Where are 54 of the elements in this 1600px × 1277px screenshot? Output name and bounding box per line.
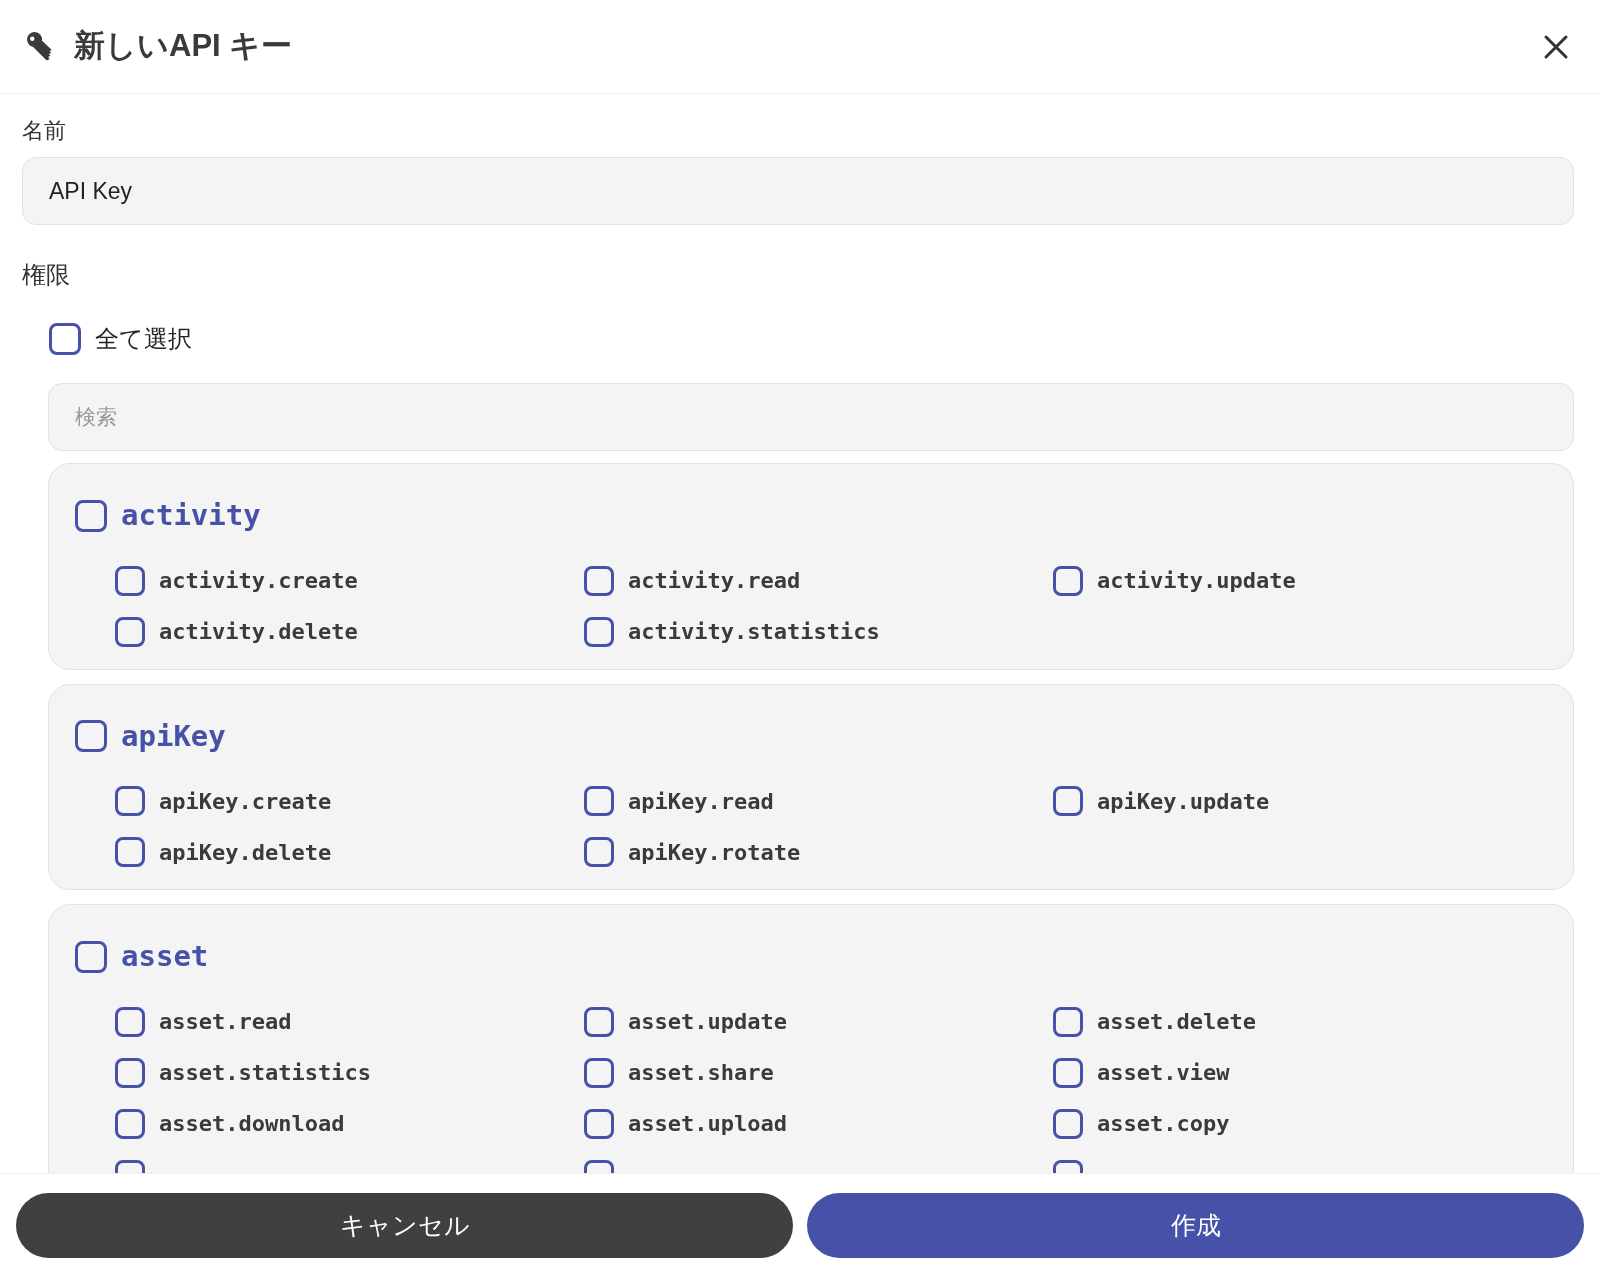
checkbox[interactable] [1053,565,1083,596]
checkbox[interactable] [75,499,107,532]
checkbox[interactable] [1053,786,1083,816]
checkbox[interactable] [1053,1057,1083,1088]
permission-label: activity.statistics [628,618,880,646]
checkbox[interactable] [75,940,107,973]
checkbox[interactable] [115,565,145,596]
checkbox[interactable] [115,786,145,816]
permission-label: activity.update [1097,567,1296,595]
group-title: asset [121,938,209,975]
close-icon [1543,33,1569,60]
checkbox[interactable] [584,565,614,596]
cancel-button[interactable]: キャンセル [16,1193,793,1258]
permission-label: asset.download [159,1110,345,1138]
checkbox[interactable] [115,616,145,647]
permission-label: asset.share [628,1059,774,1087]
checkbox[interactable] [115,1057,145,1088]
permission-label: activity.read [628,567,801,595]
checkbox[interactable] [75,720,107,753]
permission-label: asset.view [1097,1059,1230,1087]
checkbox[interactable] [584,1108,614,1139]
checkbox[interactable] [115,837,145,867]
section-label: 権限 [22,260,71,290]
checkbox[interactable] [584,837,614,867]
group-title: apiKey [121,717,226,755]
field-label: 名前 [22,117,67,145]
create-button[interactable]: 作成 [807,1193,1584,1258]
checkbox[interactable] [115,1108,145,1139]
permission-label: asset.update [628,1008,787,1036]
permission-label: apiKey.create [159,787,332,816]
checkbox[interactable] [584,616,614,647]
permission-label: activity.create [159,567,358,595]
checkbox[interactable] [1053,1006,1083,1037]
permission-label: apiKey.read [628,787,774,816]
permission-label: asset.copy [1097,1110,1230,1138]
dialog-title: 新しいAPI キー [74,27,293,66]
checkbox[interactable] [584,1006,614,1037]
permission-label: apiKey.delete [159,838,332,867]
permission-label: apiKey.rotate [628,838,801,867]
permission-label: activity.delete [159,618,358,646]
checkbox[interactable] [584,786,614,816]
checkbox[interactable] [49,323,81,355]
permission-label: asset.read [159,1008,292,1036]
search-field[interactable]: 検索 [48,383,1574,451]
permission-label: asset.upload [628,1110,787,1138]
group-title: activity [121,497,261,534]
checkbox[interactable] [584,1057,614,1088]
permission-label: asset.delete [1097,1008,1256,1036]
permission-label: asset.statistics [159,1059,371,1087]
checkbox[interactable] [1053,1108,1083,1139]
name-field[interactable]: API Key [22,157,1574,225]
permission-label: apiKey.update [1097,787,1270,816]
checkbox[interactable] [115,1006,145,1037]
checkbox-label: 全て選択 [95,324,192,354]
